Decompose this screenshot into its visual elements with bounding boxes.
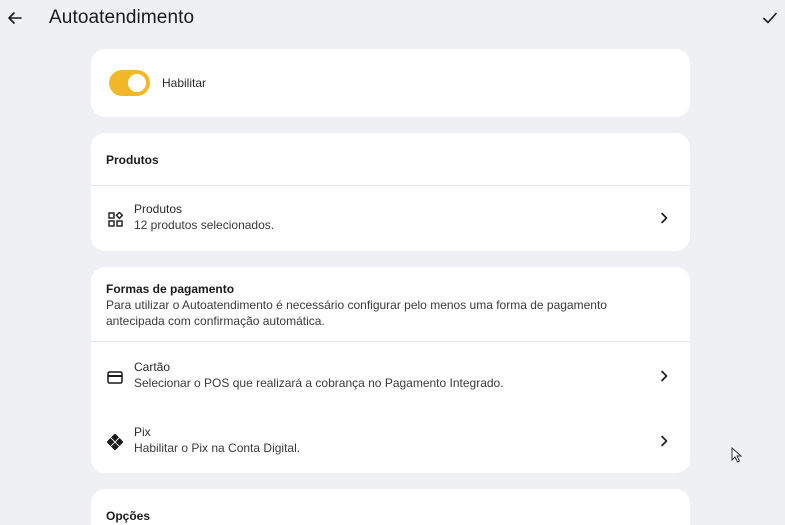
divider <box>91 185 690 186</box>
pagamento-card: Formas de pagamento Para utilizar o Auto… <box>91 267 690 473</box>
pix-row-subtitle: Habilitar o Pix na Conta Digital. <box>134 441 301 455</box>
produtos-row-title: Produtos <box>134 202 183 216</box>
toggle-knob <box>128 74 146 92</box>
cartao-row-title: Cartão <box>134 360 171 374</box>
pix-row[interactable]: Pix Habilitar o Pix na Conta Digital. <box>91 417 690 465</box>
opcoes-section-title: Opções <box>106 509 151 523</box>
category-grid-icon <box>107 211 123 227</box>
chevron-right-icon <box>658 369 670 383</box>
arrow-left-icon <box>8 12 22 24</box>
cartao-row-subtitle: Selecionar o POS que realizará a cobranç… <box>134 376 504 390</box>
cartao-row[interactable]: Cartão Selecionar o POS que realizará a … <box>91 352 690 400</box>
enable-label: Habilitar <box>162 76 207 90</box>
top-bar: Autoatendimento <box>0 0 785 38</box>
produtos-row[interactable]: Produtos 12 produtos selecionados. <box>91 194 690 242</box>
check-icon <box>763 12 777 24</box>
mouse-cursor-icon <box>731 447 743 463</box>
pagamento-description: Para utilizar o Autoatendimento é necess… <box>106 298 607 328</box>
produtos-card: Produtos Produtos 12 produtos selecionad… <box>91 133 690 251</box>
pix-icon <box>107 434 123 450</box>
chevron-right-icon <box>658 211 670 225</box>
opcoes-card: Opções <box>91 489 690 525</box>
pagamento-section-title: Formas de pagamento <box>106 282 235 296</box>
produtos-section-title: Produtos <box>106 153 159 167</box>
produtos-row-subtitle: 12 produtos selecionados. <box>134 218 275 232</box>
divider <box>91 341 690 342</box>
enable-card: Habilitar <box>91 49 690 117</box>
credit-card-icon <box>107 369 123 385</box>
enable-toggle[interactable] <box>109 70 150 96</box>
chevron-right-icon <box>658 434 670 448</box>
pix-row-title: Pix <box>134 425 151 439</box>
back-button[interactable] <box>5 8 25 28</box>
confirm-button[interactable] <box>760 8 780 28</box>
page-title: Autoatendimento <box>49 7 195 28</box>
